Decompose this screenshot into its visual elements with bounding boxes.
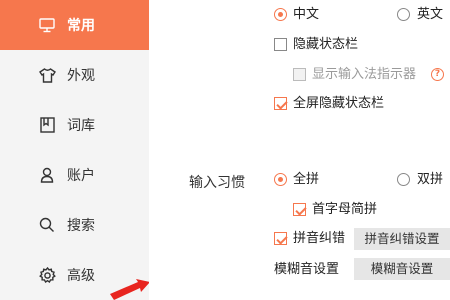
radio-chinese[interactable]	[274, 8, 287, 21]
sidebar-item-label: 外观	[67, 68, 95, 84]
search-icon	[38, 216, 56, 234]
bookmark-book-icon	[38, 116, 56, 134]
radio-double-pinyin-label: 双拼	[417, 172, 444, 187]
person-icon	[38, 166, 56, 184]
fuzzy-settings-button[interactable]: 模糊音设置	[354, 258, 450, 280]
sidebar-item-appearance[interactable]: 外观	[0, 50, 149, 100]
radio-full-pinyin[interactable]	[274, 173, 287, 186]
sidebar-item-label: 词库	[67, 118, 95, 134]
gear-icon	[38, 266, 56, 284]
hide-status-bar-label: 隐藏状态栏	[293, 37, 359, 52]
settings-panel: 中文 英文 隐藏状态栏 显示输入法指示器 ? 全屏隐藏状态栏 输入习惯 全拼 双…	[149, 0, 450, 300]
pinyin-correction-label: 拼音纠错	[293, 231, 346, 246]
pinyin-correction-checkbox[interactable]	[274, 232, 287, 245]
radio-english[interactable]	[397, 8, 410, 21]
sidebar-item-search[interactable]: 搜索	[0, 200, 149, 250]
hide-status-bar-checkbox[interactable]	[274, 38, 287, 51]
help-icon[interactable]: ?	[431, 68, 444, 81]
sidebar: 常用 外观 词库 账户 搜索 高级	[0, 0, 149, 300]
sidebar-item-common[interactable]: 常用	[0, 0, 149, 50]
radio-chinese-label: 中文	[293, 7, 320, 22]
pointer-arrow-icon	[110, 279, 150, 300]
initial-abbrev-checkbox[interactable]	[293, 203, 306, 216]
radio-double-pinyin[interactable]	[397, 173, 410, 186]
sidebar-item-label: 搜索	[67, 218, 95, 234]
fullscreen-hide-label: 全屏隐藏状态栏	[293, 96, 385, 111]
fuzzy-label: 模糊音设置	[274, 262, 340, 277]
fullscreen-hide-checkbox[interactable]	[274, 97, 287, 110]
input-habit-label: 输入习惯	[189, 175, 245, 191]
sidebar-item-label: 账户	[67, 168, 95, 184]
show-indicator-checkbox[interactable]	[293, 68, 306, 81]
sidebar-item-account[interactable]: 账户	[0, 150, 149, 200]
show-indicator-label: 显示输入法指示器	[312, 67, 417, 82]
sidebar-item-label: 常用	[67, 18, 95, 34]
pinyin-correction-settings-button[interactable]: 拼音纠错设置	[354, 228, 450, 250]
shirt-icon	[38, 66, 56, 84]
monitor-icon	[38, 16, 56, 34]
sidebar-item-label: 高级	[67, 268, 95, 284]
sidebar-item-dictionary[interactable]: 词库	[0, 100, 149, 150]
initial-abbrev-label: 首字母简拼	[312, 202, 378, 217]
radio-full-pinyin-label: 全拼	[293, 172, 320, 187]
radio-english-label: 英文	[417, 7, 444, 22]
